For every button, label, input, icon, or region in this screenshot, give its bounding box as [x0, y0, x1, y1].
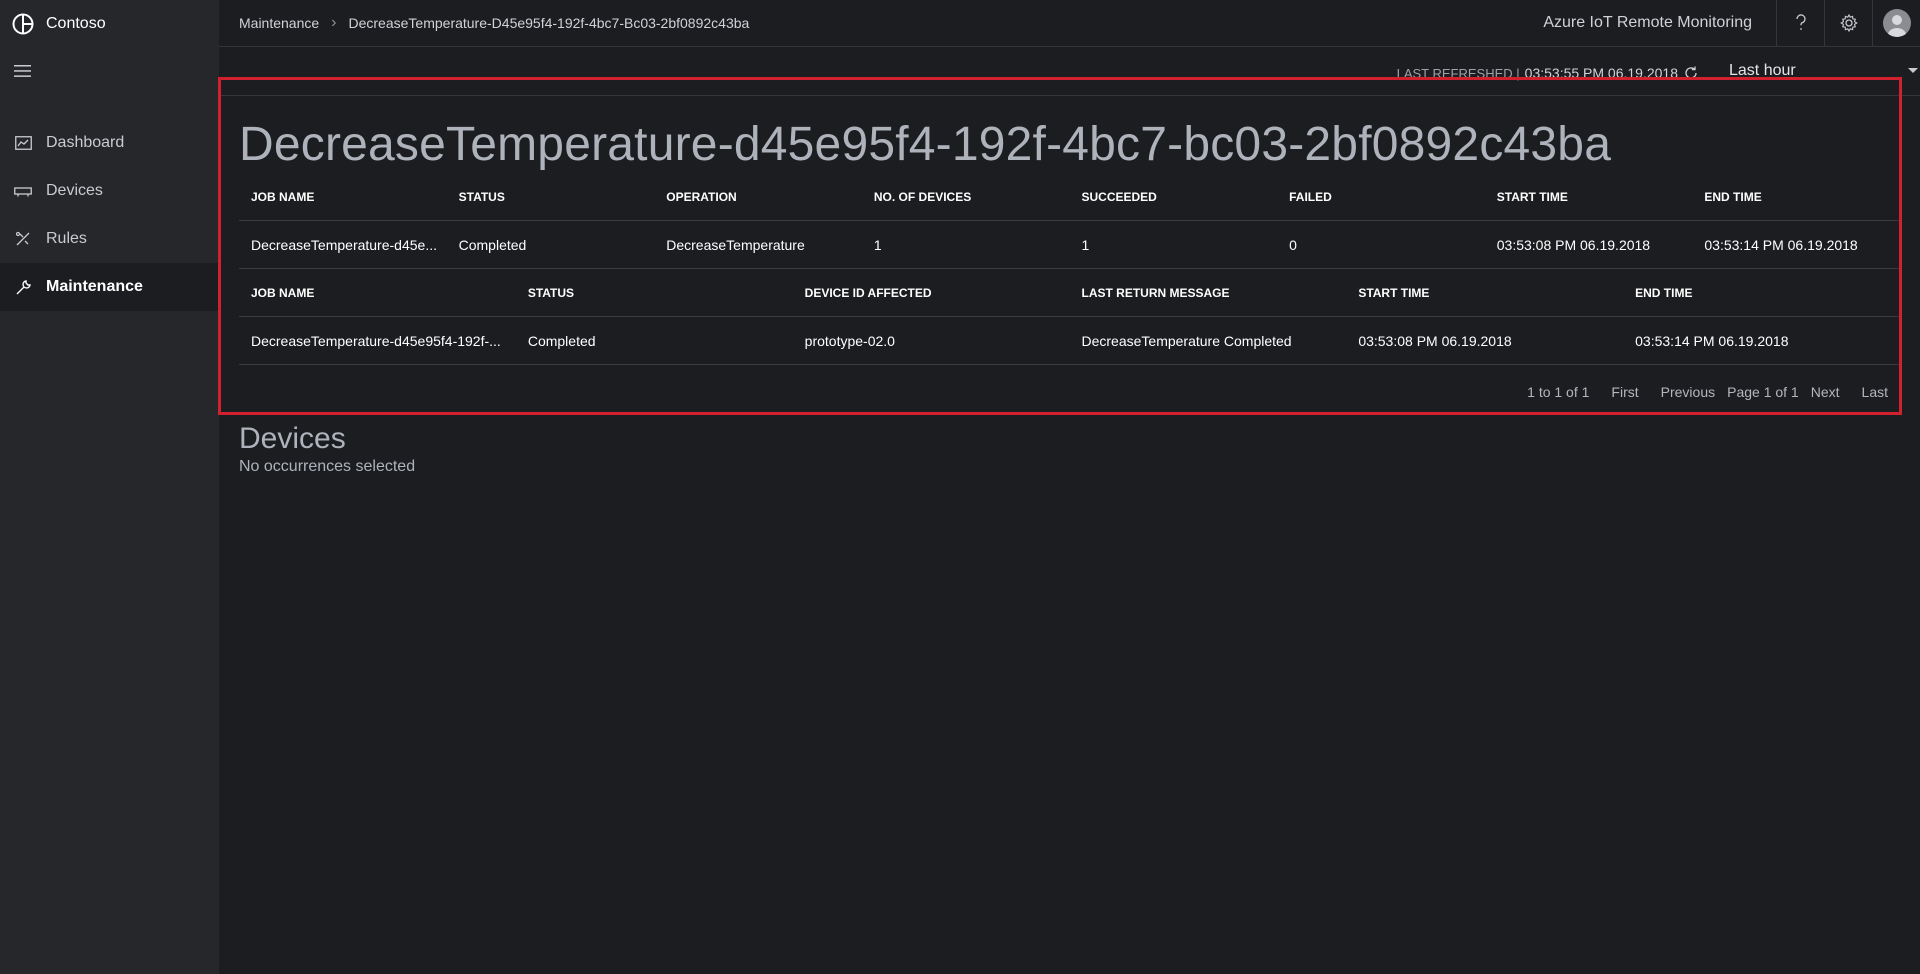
refresh-icon[interactable] [1684, 66, 1698, 80]
cell-operation: DecreaseTemperature [666, 236, 805, 253]
devices-icon [14, 182, 32, 200]
brand-name: Contoso [46, 14, 106, 32]
brand: Contoso [0, 0, 219, 47]
last-refreshed-label: LAST REFRESHED | [1396, 65, 1520, 81]
page-title: DecreaseTemperature-d45e95f4-192f-4bc7-b… [239, 118, 1612, 171]
hamburger-icon [14, 65, 31, 77]
settings-button[interactable] [1824, 0, 1872, 47]
page-info: Page 1 of 1 [1727, 384, 1799, 400]
hamburger-menu-button[interactable] [0, 47, 219, 95]
grid-header: JOB NAME STATUS DEVICE ID AFFECTED LAST … [239, 269, 1900, 317]
column-header[interactable]: SUCCEEDED [1070, 190, 1278, 204]
last-refreshed-time: 03:53:55 PM 06.19.2018 [1524, 65, 1678, 81]
chevron-right-icon: › [331, 14, 337, 31]
cell-device-id: prototype-02.0 [804, 332, 895, 349]
sidebar-item-label: Dashboard [46, 134, 125, 151]
table-row[interactable]: DecreaseTemperature-d45e... Completed De… [239, 221, 1900, 269]
time-range-value: Last hour [1729, 62, 1796, 79]
pagination: 1 to 1 of 1 First Previous Page 1 of 1 N… [239, 365, 1900, 419]
job-summary-grid: JOB NAME STATUS OPERATION NO. OF DEVICES… [239, 173, 1900, 269]
cell-job-name: DecreaseTemperature-d45e... [251, 236, 437, 253]
refresh-bar: LAST REFRESHED | 03:53:55 PM 06.19.2018 … [219, 48, 1920, 96]
gear-icon [1839, 14, 1858, 32]
cell-status: Completed [458, 236, 527, 253]
job-device-grid: JOB NAME STATUS DEVICE ID AFFECTED LAST … [239, 269, 1900, 365]
breadcrumb-parent-link[interactable]: Maintenance [239, 15, 319, 31]
last-refreshed: LAST REFRESHED | 03:53:55 PM 06.19.2018 [1397, 65, 1698, 81]
help-icon [1795, 14, 1806, 30]
cell-end-time: 03:53:14 PM 06.19.2018 [1635, 332, 1789, 349]
column-header[interactable]: STATUS [447, 190, 655, 204]
column-header[interactable]: JOB NAME [239, 190, 447, 204]
column-header[interactable]: END TIME [1623, 286, 1900, 300]
cell-start-time: 03:53:08 PM 06.19.2018 [1358, 332, 1512, 349]
column-header[interactable]: END TIME [1692, 190, 1900, 204]
cell-job-name: DecreaseTemperature-d45e95f4-192f-... [251, 332, 501, 349]
sidebar-item-devices[interactable]: Devices [0, 167, 219, 215]
top-bar: Maintenance › DecreaseTemperature-D45e95… [219, 0, 1920, 47]
cell-end-time: 03:53:14 PM 06.19.2018 [1704, 236, 1858, 253]
user-profile-button[interactable] [1872, 0, 1920, 47]
sidebar-item-dashboard[interactable]: Dashboard [0, 119, 219, 167]
cell-last-return-message: DecreaseTemperature Completed [1081, 332, 1292, 349]
column-header[interactable]: LAST RETURN MESSAGE [1069, 286, 1346, 300]
main-content: DecreaseTemperature-d45e95f4-192f-4bc7-b… [239, 96, 1900, 477]
avatar [1882, 9, 1911, 37]
column-header[interactable]: STATUS [516, 286, 793, 300]
help-button[interactable] [1776, 0, 1824, 47]
sidebar-item-label: Maintenance [46, 278, 143, 295]
breadcrumb-current: DecreaseTemperature-D45e95f4-192f-4bc7-B… [348, 15, 750, 31]
previous-page-button[interactable]: Previous [1661, 384, 1715, 400]
sidebar-item-label: Rules [46, 230, 87, 247]
app-title: Azure IoT Remote Monitoring [1543, 14, 1752, 31]
maintenance-icon [14, 278, 32, 296]
devices-section-title: Devices [239, 422, 346, 455]
last-page-button[interactable]: Last [1862, 384, 1888, 400]
sidebar-item-label: Devices [46, 182, 103, 199]
cell-succeeded: 1 [1081, 236, 1090, 253]
first-page-button[interactable]: First [1611, 384, 1638, 400]
column-header[interactable]: NO. OF DEVICES [862, 190, 1070, 204]
devices-section-subtitle: No occurrences selected [239, 458, 416, 475]
pagination-count: 1 to 1 of 1 [1527, 384, 1590, 400]
breadcrumb: Maintenance › DecreaseTemperature-D45e95… [219, 14, 749, 32]
chevron-down-icon [1908, 68, 1918, 73]
topbar-right: Azure IoT Remote Monitoring [1543, 0, 1920, 47]
column-header[interactable]: DEVICE ID AFFECTED [793, 286, 1070, 300]
cell-device-count: 1 [873, 236, 882, 253]
contoso-logo-icon [12, 13, 34, 34]
dashboard-icon [14, 134, 32, 152]
column-header[interactable]: START TIME [1346, 286, 1623, 300]
rules-icon [14, 230, 32, 248]
sidebar: Contoso Dashboard Devices Rules Maintena… [0, 0, 219, 974]
column-header[interactable]: FAILED [1277, 190, 1485, 204]
cell-status: Completed [527, 332, 596, 349]
time-range-dropdown[interactable]: Last hour [1720, 62, 1920, 82]
app-root: Contoso Dashboard Devices Rules Maintena… [0, 0, 1920, 974]
sidebar-item-rules[interactable]: Rules [0, 215, 219, 263]
column-header[interactable]: OPERATION [654, 190, 862, 204]
table-row[interactable]: DecreaseTemperature-d45e95f4-192f-... Co… [239, 317, 1900, 365]
sidebar-item-maintenance[interactable]: Maintenance [0, 263, 219, 311]
column-header[interactable]: JOB NAME [239, 286, 516, 300]
cell-failed: 0 [1289, 236, 1297, 253]
cell-start-time: 03:53:08 PM 06.19.2018 [1496, 236, 1651, 253]
next-page-button[interactable]: Next [1811, 384, 1840, 400]
column-header[interactable]: START TIME [1485, 190, 1693, 204]
grid-header: JOB NAME STATUS OPERATION NO. OF DEVICES… [239, 173, 1900, 221]
